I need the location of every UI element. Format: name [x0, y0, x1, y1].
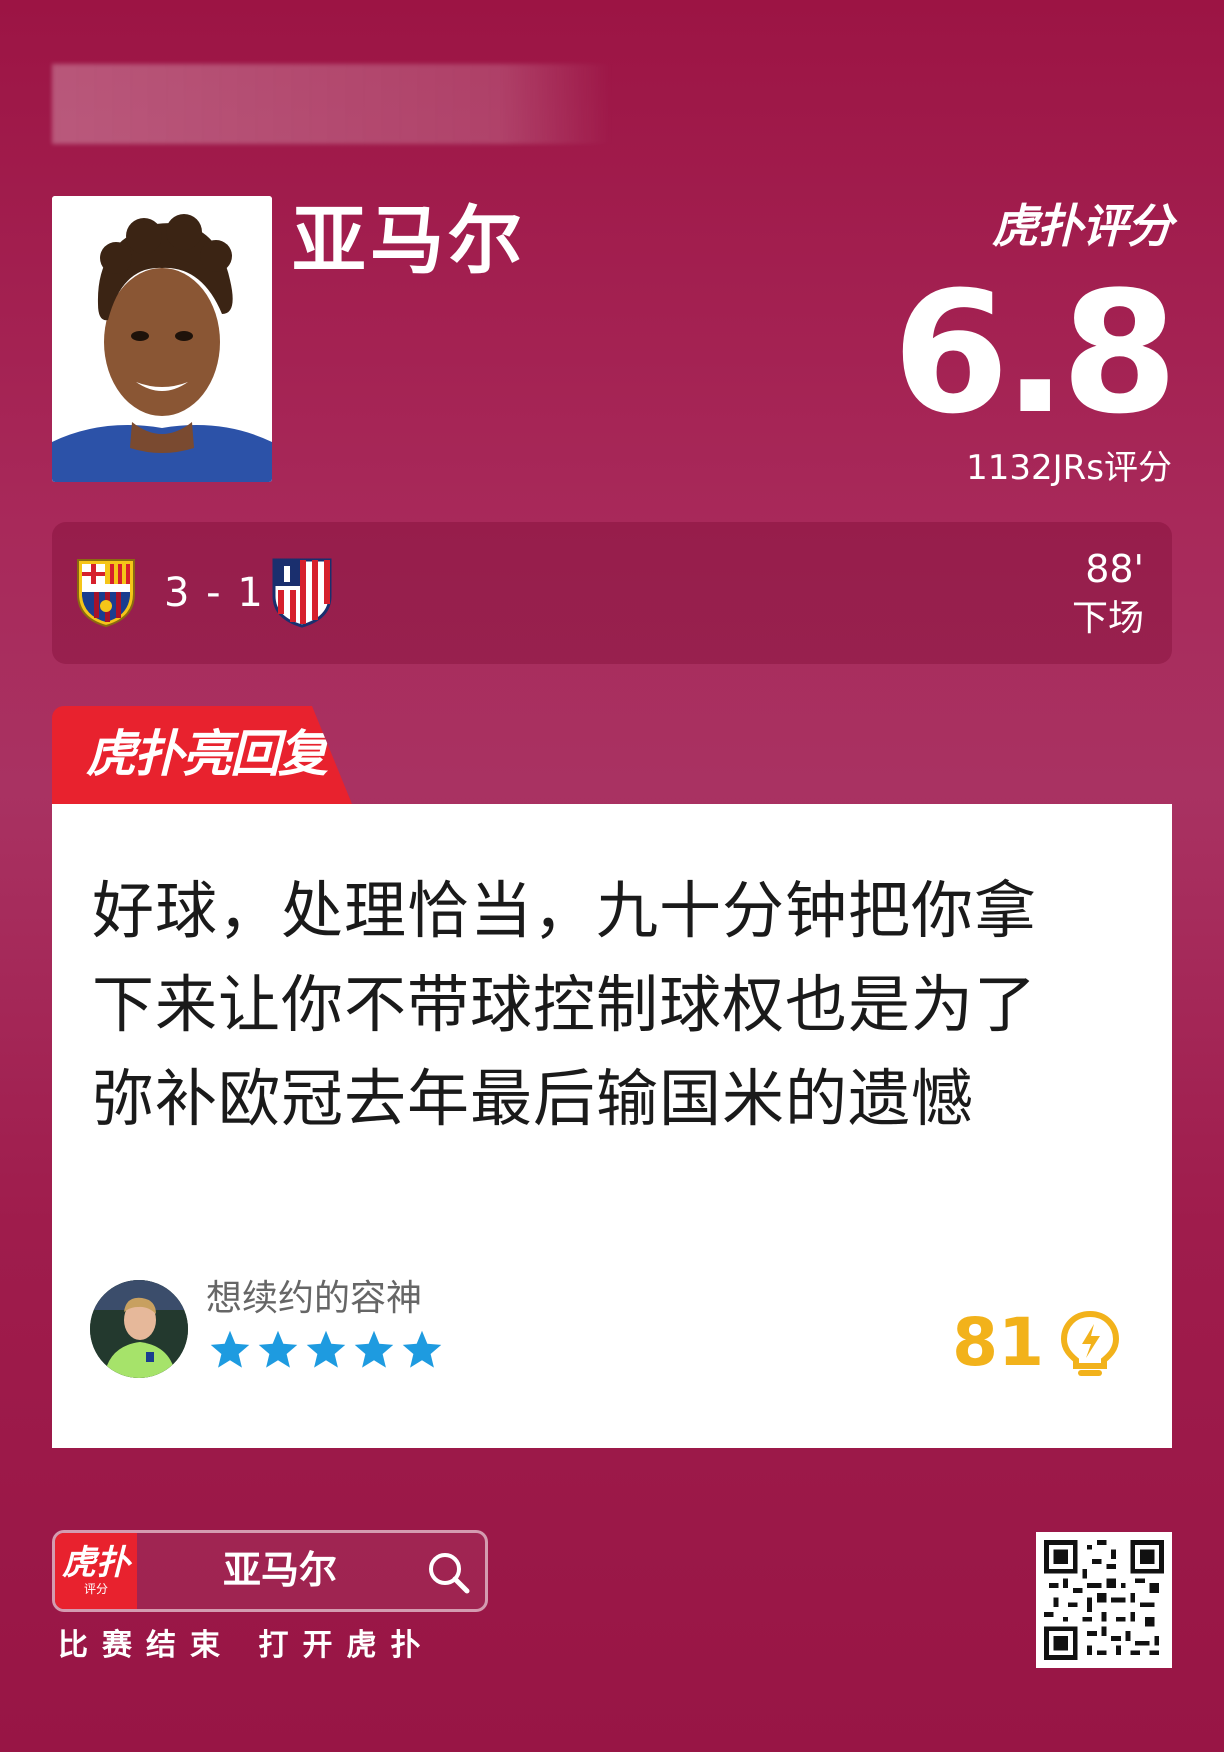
- match-bar[interactable]: 3 - 1 88' 下场: [52, 522, 1172, 664]
- atletico-madrid-crest-icon: [270, 556, 334, 628]
- reply-text: 好球，处理恰当，九十分钟把你拿 下来让你不带球控制球权也是为了 弥补欧冠去年最后…: [92, 864, 1092, 1146]
- substitution-minute: 88': [1085, 547, 1144, 591]
- like-count: 81: [952, 1304, 1044, 1381]
- substitution-status: 下场: [1071, 598, 1144, 639]
- rating-score: 6.8: [892, 255, 1178, 451]
- reply-card[interactable]: 好球，处理恰当，九十分钟把你拿 下来让你不带球控制球权也是为了 弥补欧冠去年最后…: [52, 804, 1172, 1448]
- blurred-header: [52, 64, 612, 144]
- search-hint: 比赛结束 打开虎扑: [58, 1628, 435, 1663]
- star-icon: [352, 1328, 396, 1372]
- user-avatar[interactable]: [90, 1280, 188, 1378]
- star-icon: [400, 1328, 444, 1372]
- username[interactable]: 想续约的容神: [206, 1276, 422, 1322]
- user-rating-stars: [208, 1328, 444, 1372]
- player-photo: [52, 196, 272, 482]
- rating-count: 1132JRs评分: [966, 448, 1172, 488]
- qr-code-icon[interactable]: [1036, 1532, 1172, 1668]
- app-logo-sub: 评分: [83, 1582, 108, 1596]
- player-name: 亚马尔: [292, 198, 526, 284]
- reply-tab-label: 虎扑亮回复: [86, 725, 328, 783]
- match-score: 3 - 1: [164, 570, 265, 616]
- app-logo-main: 虎扑: [62, 1543, 130, 1583]
- star-icon: [256, 1328, 300, 1372]
- search-query: 亚马尔: [223, 1548, 338, 1592]
- search-icon[interactable]: [425, 1549, 471, 1595]
- search-box[interactable]: 虎扑 评分 亚马尔: [52, 1530, 488, 1612]
- fc-barcelona-crest-icon: [74, 556, 138, 628]
- star-icon: [208, 1328, 252, 1372]
- reply-line: 下来让你不带球控制球权也是为了: [92, 968, 1038, 1041]
- reply-tab: 虎扑亮回复: [52, 706, 352, 804]
- star-icon: [304, 1328, 348, 1372]
- lightbulb-like-icon[interactable]: [1058, 1310, 1122, 1380]
- reply-line: 好球，处理恰当，九十分钟把你拿: [92, 874, 1038, 947]
- reply-line: 弥补欧冠去年最后输国米的遗憾: [92, 1062, 975, 1135]
- hupu-app-logo: 虎扑 评分: [55, 1533, 137, 1609]
- rating-brand-logo: 虎扑评分: [992, 199, 1173, 253]
